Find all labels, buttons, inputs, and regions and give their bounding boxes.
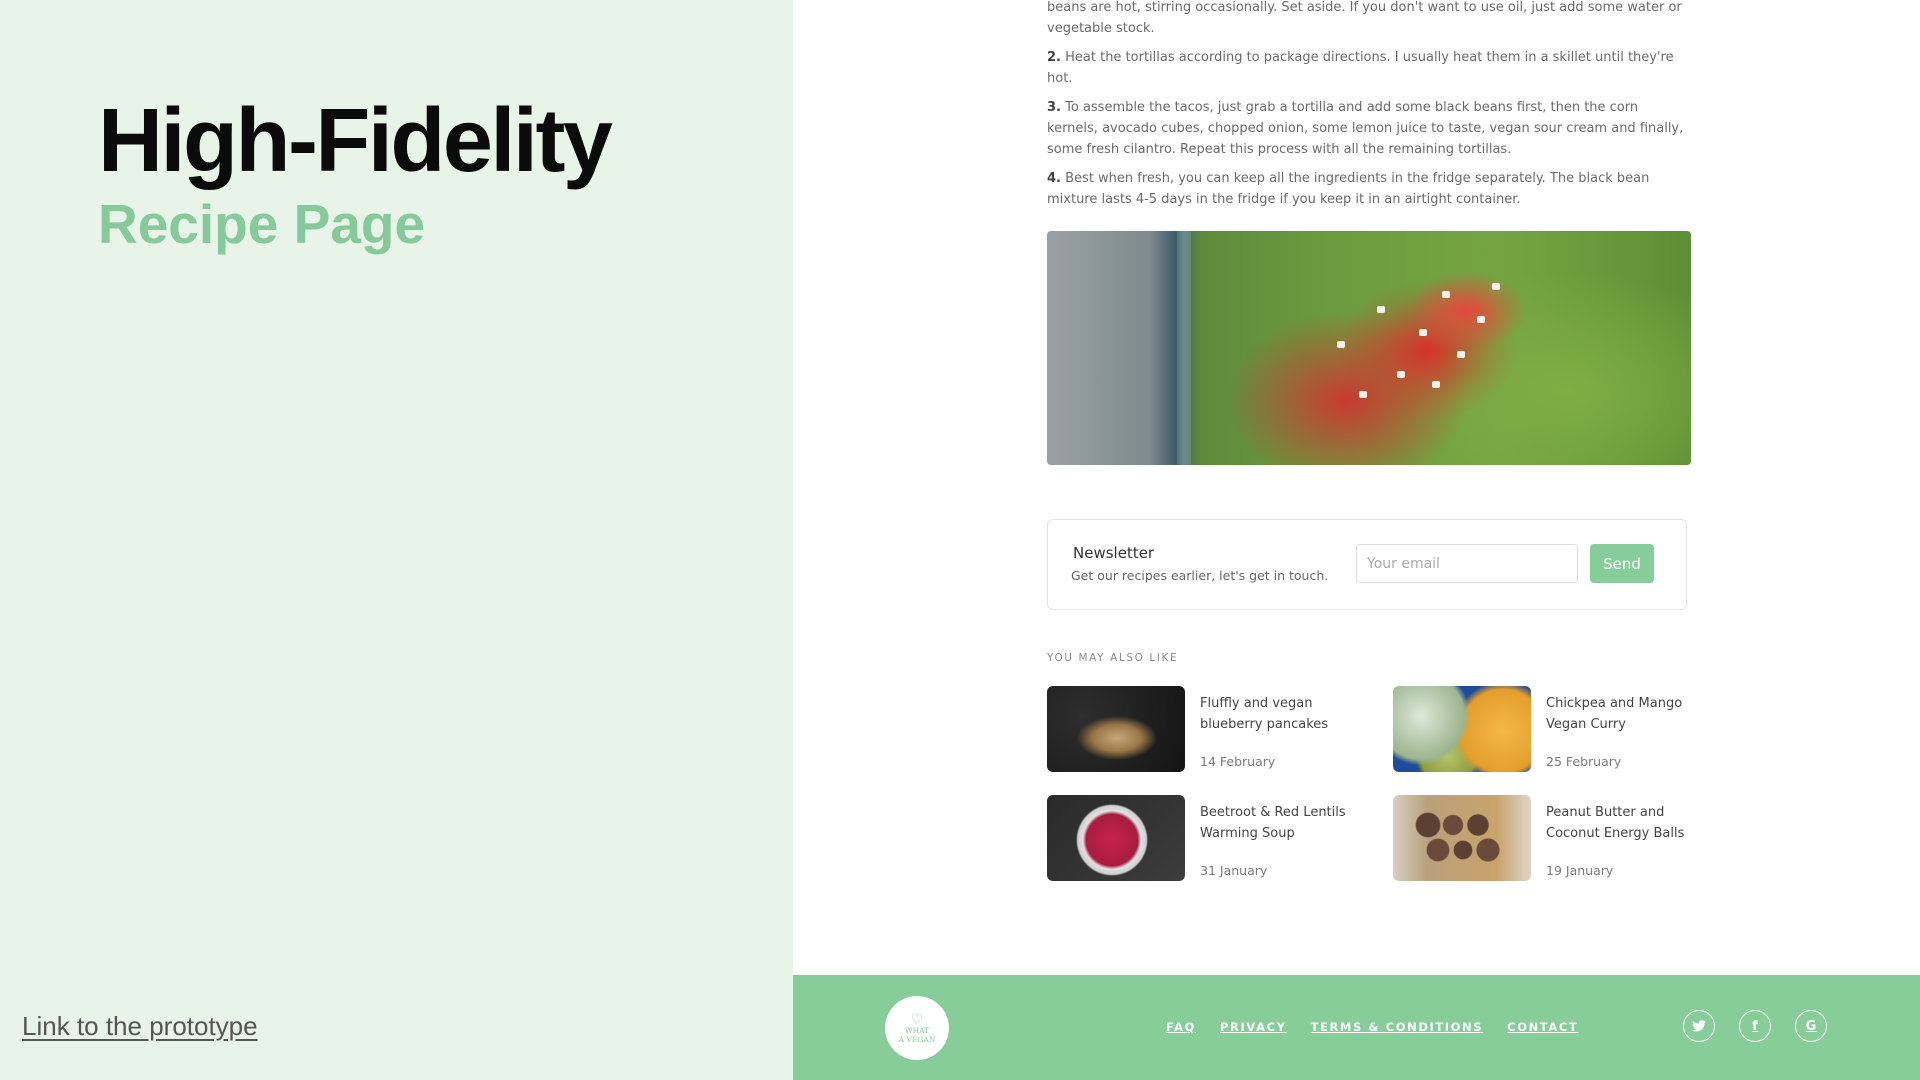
related-thumbnail[interactable] xyxy=(1393,795,1531,881)
step-text: To assemble the tacos, just grab a torti… xyxy=(1047,100,1684,157)
twitter-bird-glyph xyxy=(1692,1020,1706,1032)
google-glyph: G xyxy=(1805,1018,1817,1034)
related-item[interactable]: Peanut Butter and Coconut Energy Balls 1… xyxy=(1393,795,1713,881)
instruction-step-partial: beans are hot, stirring occasionally. Se… xyxy=(1047,0,1682,36)
instruction-steps: 2. Heat the tortillas according to packa… xyxy=(1047,47,1687,218)
related-title[interactable]: Peanut Butter and Coconut Energy Balls xyxy=(1546,802,1696,844)
step-number: 2. xyxy=(1047,50,1061,65)
step-number: 4. xyxy=(1047,171,1061,186)
photo-detail xyxy=(1397,371,1405,378)
photo-detail xyxy=(1337,341,1345,348)
related-item[interactable]: Chickpea and Mango Vegan Curry 25 Februa… xyxy=(1393,686,1713,772)
footer-nav: FAQ PRIVACY TERMS & CONDITIONS CONTACT xyxy=(1166,1020,1578,1034)
logo-text-line2: A VEGAN xyxy=(898,1035,936,1044)
instruction-step: 2. Heat the tortillas according to packa… xyxy=(1047,47,1687,89)
instruction-step: 3. To assemble the tacos, just grab a to… xyxy=(1047,97,1687,160)
logo-text-line1: WHAT xyxy=(904,1026,930,1035)
step-text: Best when fresh, you can keep all the in… xyxy=(1047,171,1650,207)
related-item[interactable]: Fluffly and vegan blueberry pancakes 14 … xyxy=(1047,686,1367,772)
footer-link-faq[interactable]: FAQ xyxy=(1166,1020,1196,1034)
instruction-step: 4. Best when fresh, you can keep all the… xyxy=(1047,168,1687,210)
facebook-glyph: f xyxy=(1752,1018,1758,1034)
related-item[interactable]: Beetroot & Red Lentils Warming Soup 31 J… xyxy=(1047,795,1367,881)
email-input[interactable] xyxy=(1356,544,1578,583)
photo-detail xyxy=(1477,316,1485,323)
brand-logo[interactable]: ♡ WHAT A VEGAN xyxy=(885,996,949,1060)
related-date: 14 February xyxy=(1200,754,1276,769)
prototype-link[interactable]: Link to the prototype xyxy=(22,1011,258,1042)
page-subtitle: Recipe Page xyxy=(98,193,426,255)
newsletter-title: Newsletter xyxy=(1073,544,1155,562)
facebook-icon[interactable]: f xyxy=(1739,1010,1771,1042)
related-thumbnail[interactable] xyxy=(1393,686,1531,772)
footer-link-privacy[interactable]: PRIVACY xyxy=(1220,1020,1287,1034)
recipe-photo xyxy=(1047,231,1691,465)
footer-link-terms[interactable]: TERMS & CONDITIONS xyxy=(1311,1020,1484,1034)
photo-detail xyxy=(1457,351,1465,358)
photo-detail xyxy=(1419,329,1427,336)
newsletter-box: Newsletter Get our recipes earlier, let'… xyxy=(1047,519,1687,610)
photo-glass-edge xyxy=(1177,231,1191,465)
related-thumbnail[interactable] xyxy=(1047,795,1185,881)
photo-detail xyxy=(1359,391,1367,398)
recipe-page: beans are hot, stirring occasionally. Se… xyxy=(793,0,1920,1080)
left-panel: High-Fidelity Recipe Page Link to the pr… xyxy=(0,0,793,1080)
photo-detail xyxy=(1492,283,1500,290)
related-date: 19 January xyxy=(1546,863,1614,878)
related-title[interactable]: Beetroot & Red Lentils Warming Soup xyxy=(1200,802,1350,844)
related-title[interactable]: Chickpea and Mango Vegan Curry xyxy=(1546,693,1696,735)
footer: ♡ WHAT A VEGAN FAQ PRIVACY TERMS & CONDI… xyxy=(793,975,1920,1080)
photo-detail xyxy=(1432,381,1440,388)
google-icon[interactable]: G xyxy=(1795,1010,1827,1042)
footer-link-contact[interactable]: CONTACT xyxy=(1507,1020,1578,1034)
heart-icon: ♡ xyxy=(910,1011,924,1027)
related-date: 31 January xyxy=(1200,863,1268,878)
related-heading: YOU MAY ALSO LIKE xyxy=(1047,652,1179,664)
step-number: 3. xyxy=(1047,100,1061,115)
page-title: High-Fidelity xyxy=(98,91,613,191)
step-text: Heat the tortillas according to package … xyxy=(1047,50,1674,86)
photo-detail xyxy=(1442,291,1450,298)
twitter-icon[interactable] xyxy=(1683,1010,1715,1042)
related-thumbnail[interactable] xyxy=(1047,686,1185,772)
photo-detail xyxy=(1377,306,1385,313)
related-date: 25 February xyxy=(1546,754,1622,769)
send-button[interactable]: Send xyxy=(1590,544,1654,583)
related-title[interactable]: Fluffly and vegan blueberry pancakes xyxy=(1200,693,1350,735)
newsletter-subtitle: Get our recipes earlier, let's get in to… xyxy=(1071,568,1329,583)
